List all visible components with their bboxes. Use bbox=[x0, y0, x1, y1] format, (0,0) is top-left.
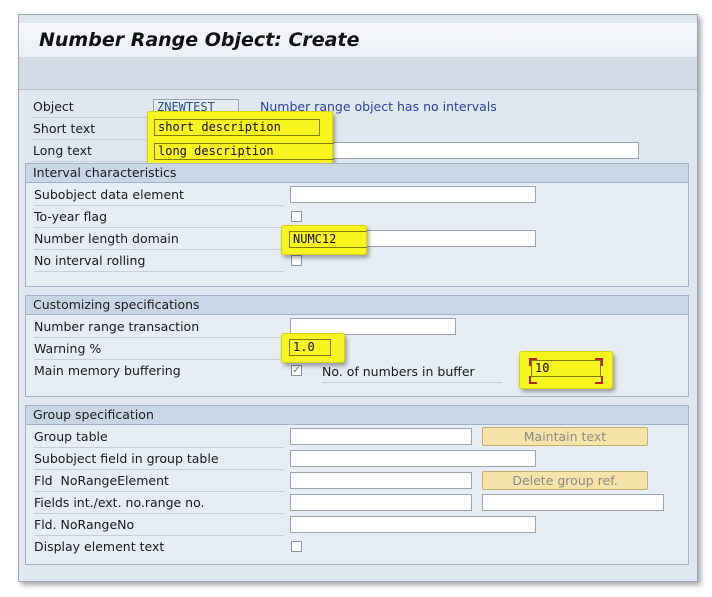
warning-percent-field[interactable]: 1.0 bbox=[289, 339, 331, 356]
highlight-warning: 1.0 bbox=[281, 333, 345, 363]
delete-group-ref-button[interactable]: Delete group ref. bbox=[482, 471, 648, 490]
focus-corner-br bbox=[595, 376, 603, 384]
group-table-field[interactable] bbox=[290, 428, 472, 445]
buffer-count-label: No. of numbers in buffer bbox=[322, 362, 502, 383]
display-element-text-checkbox[interactable] bbox=[291, 541, 302, 552]
group-specification-group: Group specification Group table Maintain… bbox=[25, 405, 689, 565]
group-heading: Group specification bbox=[26, 406, 688, 425]
display-element-text-label: Display element text bbox=[34, 539, 165, 554]
fld-norangeelement-label: Fld NoRangeElement bbox=[34, 471, 284, 492]
customizing-heading: Customizing specifications bbox=[26, 296, 688, 315]
main-memory-buffering-checkbox[interactable]: ✓ bbox=[291, 365, 302, 376]
subobject-data-element-field[interactable] bbox=[290, 186, 536, 203]
fld-norangeelement-field[interactable] bbox=[290, 472, 472, 489]
short-text-label: Short text bbox=[33, 119, 149, 140]
highlight-length-domain: NUMC12 bbox=[281, 225, 367, 255]
fields-int-ext-label: Fields int./ext. no.range no. bbox=[34, 493, 284, 514]
subobject-field-label: Subobject field in group table bbox=[34, 449, 284, 470]
number-range-transaction-label: Number range transaction bbox=[34, 317, 284, 338]
fields-int-field[interactable] bbox=[290, 494, 472, 511]
number-length-domain-field[interactable]: NUMC12 bbox=[289, 231, 367, 248]
focus-corner-tr bbox=[595, 358, 603, 366]
subobject-field-input[interactable] bbox=[290, 450, 536, 467]
application-toolbar bbox=[19, 57, 697, 90]
no-interval-rolling-checkbox[interactable] bbox=[291, 255, 302, 266]
no-interval-rolling-label: No interval rolling bbox=[34, 251, 284, 272]
to-year-flag-label: To-year flag bbox=[34, 207, 284, 228]
short-text-field[interactable]: short description bbox=[154, 119, 320, 136]
focus-corner-bl bbox=[529, 376, 537, 384]
interval-heading: Interval characteristics bbox=[26, 164, 688, 183]
long-text-label: Long text bbox=[33, 141, 149, 162]
warning-percent-label: Warning % bbox=[34, 339, 284, 360]
page-title: Number Range Object: Create bbox=[39, 29, 360, 51]
highlight-text-fields: short description long description bbox=[147, 111, 334, 165]
long-text-field-extent[interactable] bbox=[327, 142, 639, 159]
group-table-label: Group table bbox=[34, 427, 284, 448]
subobject-data-element-label: Subobject data element bbox=[34, 185, 284, 206]
fld-norangeno-label: Fld. NoRangeNo bbox=[34, 515, 284, 536]
checkmark-icon: ✓ bbox=[292, 365, 301, 376]
number-length-domain-field-extent[interactable] bbox=[360, 230, 536, 247]
maintain-text-button[interactable]: Maintain text bbox=[482, 427, 648, 446]
buffer-count-field[interactable]: 10 bbox=[531, 360, 601, 377]
fld-norangeno-field[interactable] bbox=[290, 516, 536, 533]
focus-corner-tl bbox=[529, 358, 537, 366]
fields-ext-field[interactable] bbox=[482, 494, 664, 511]
object-label: Object bbox=[33, 97, 149, 118]
sap-window: Number Range Object: Create Object ZNEWT… bbox=[18, 14, 698, 582]
highlight-buffer-count: 10 bbox=[519, 351, 613, 389]
long-text-field[interactable]: long description bbox=[154, 143, 334, 160]
main-memory-buffering-label: Main memory buffering bbox=[34, 363, 181, 378]
number-length-domain-label: Number length domain bbox=[34, 229, 284, 250]
to-year-flag-checkbox[interactable] bbox=[291, 211, 302, 222]
